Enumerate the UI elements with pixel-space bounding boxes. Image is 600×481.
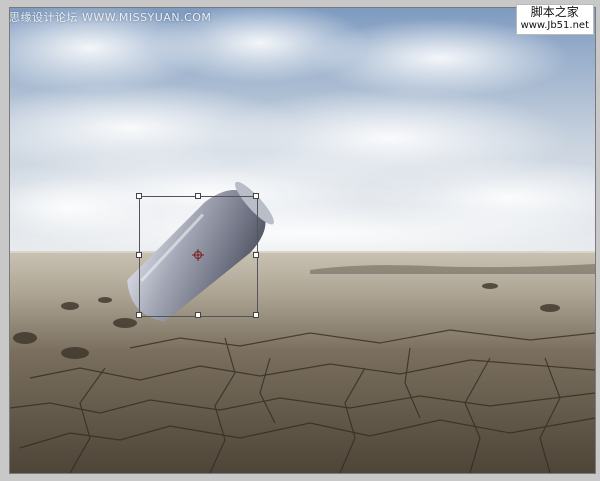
site-watermark-right: 脚本之家 www.Jb51.net	[515, 4, 594, 35]
transform-handle-top-left[interactable]	[136, 193, 142, 199]
reference-point-icon[interactable]	[192, 249, 204, 261]
transform-handle-middle-left[interactable]	[136, 252, 142, 258]
transform-handle-top-right[interactable]	[253, 193, 259, 199]
desert-photo	[10, 8, 595, 473]
transform-handle-middle-right[interactable]	[253, 252, 259, 258]
transform-handle-bottom-right[interactable]	[253, 312, 259, 318]
transform-handle-bottom-center[interactable]	[195, 312, 201, 318]
transform-handle-bottom-left[interactable]	[136, 312, 142, 318]
watermark-site-url: www.Jb51.net	[520, 20, 589, 31]
watermark-site-name: 脚本之家	[530, 5, 579, 19]
site-watermark-left: 思缘设计论坛 WWW.MISSYUAN.COM	[9, 11, 212, 24]
clouds	[10, 8, 595, 263]
document-canvas[interactable]	[9, 7, 596, 474]
transform-handle-top-center[interactable]	[195, 193, 201, 199]
